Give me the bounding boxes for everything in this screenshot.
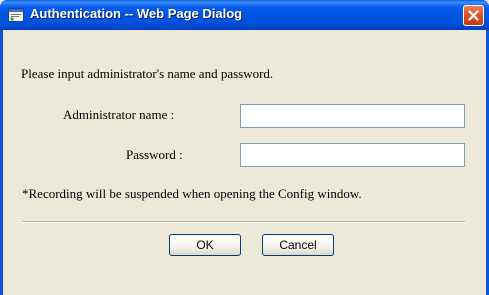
close-icon [468, 10, 479, 21]
dialog-title: Authentication -- Web Page Dialog [30, 6, 243, 21]
admin-name-input[interactable] [240, 104, 465, 128]
intro-text: Please input administrator's name and pa… [21, 66, 274, 81]
web-page-dialog-icon [8, 7, 24, 22]
ok-button[interactable]: OK [169, 234, 241, 256]
recording-note: *Recording will be suspended when openin… [22, 186, 362, 201]
password-input[interactable] [240, 143, 465, 167]
title-bar[interactable]: Authentication -- Web Page Dialog [0, 0, 489, 30]
password-label: Password : [126, 147, 183, 162]
cancel-button[interactable]: Cancel [262, 234, 334, 256]
close-button[interactable] [463, 5, 484, 26]
admin-name-label: Administrator name : [63, 107, 175, 122]
divider [22, 221, 465, 223]
